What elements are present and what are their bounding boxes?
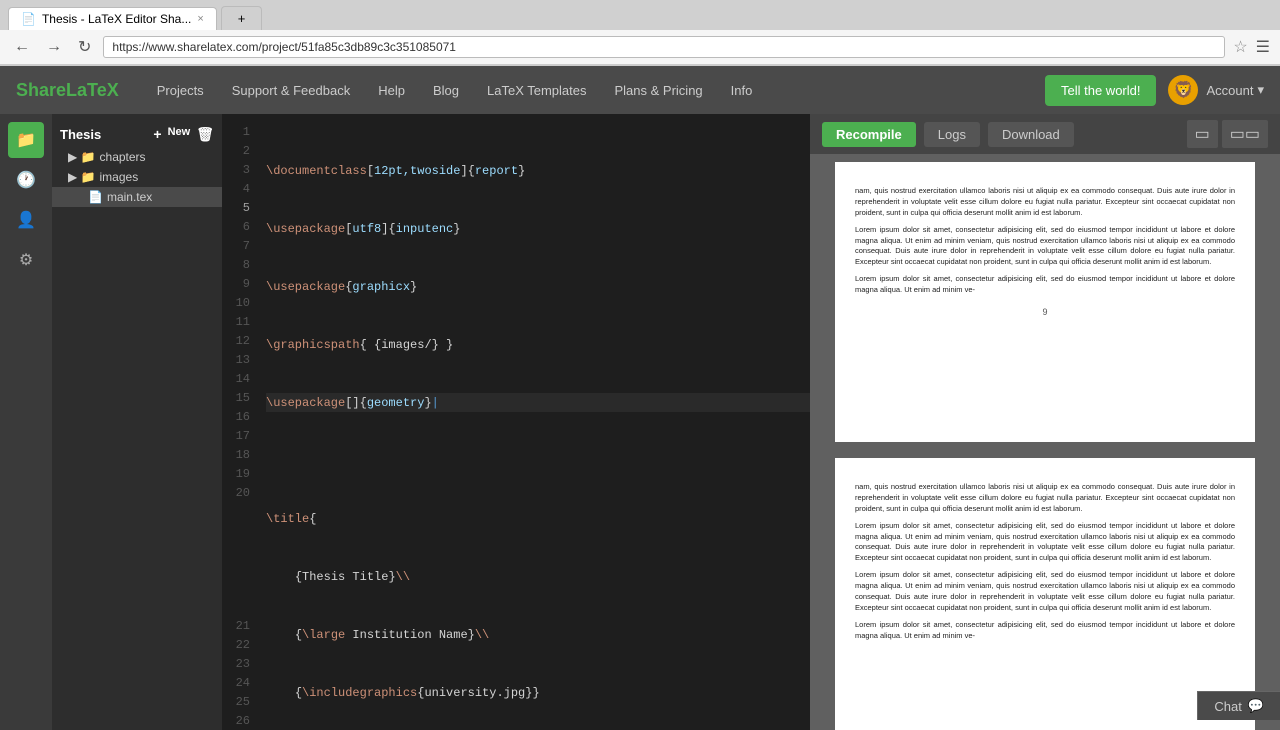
sidebar-share-icon[interactable]: 👤 <box>8 202 44 238</box>
main-layout: 📁 🕐 👤 ⚙ Thesis + New 🗑 ▶ 📁 chapters ▶ 📁 … <box>0 114 1280 730</box>
pdf-toolbar: Recompile Logs Download ▭ ▭▭ <box>810 114 1280 154</box>
back-btn[interactable]: ← <box>10 36 34 58</box>
delete-btn[interactable]: 🗑 <box>196 126 214 143</box>
refresh-btn[interactable]: ↻ <box>74 35 95 59</box>
tab-title: Thesis - LaTeX Editor Sha... <box>42 12 191 26</box>
tab-close-btn[interactable]: × <box>197 13 203 25</box>
view-toggle-btns: ▭ ▭▭ <box>1187 120 1268 148</box>
left-sidebar: 📁 🕐 👤 ⚙ <box>0 114 52 730</box>
menu-btn[interactable]: ☰ <box>1256 37 1270 57</box>
editor-content: 1 2 3 4 5 6 7 8 9 10 11 12 13 14 15 16 1… <box>222 114 810 730</box>
logs-btn[interactable]: Logs <box>924 122 980 147</box>
double-page-btn[interactable]: ▭▭ <box>1222 120 1268 148</box>
new-file-btn[interactable]: + <box>153 126 161 143</box>
address-bar: ← → ↻ ☆ ☰ <box>0 30 1280 65</box>
active-tab[interactable]: 📄 Thesis - LaTeX Editor Sha... × <box>8 7 217 30</box>
pdf-text-block-1: nam, quis nostrud exercitation ullamco l… <box>855 186 1235 296</box>
file-main-tex-label: main.tex <box>107 190 152 204</box>
file-main-tex[interactable]: 📄 main.tex <box>52 187 222 207</box>
pdf-pages[interactable]: nam, quis nostrud exercitation ullamco l… <box>810 154 1280 730</box>
folder-chapters[interactable]: ▶ 📁 chapters <box>52 147 222 167</box>
code-editor[interactable]: 1 2 3 4 5 6 7 8 9 10 11 12 13 14 15 16 1… <box>222 114 810 730</box>
chat-label: Chat <box>1214 699 1241 714</box>
pdf-text-block-2: nam, quis nostrud exercitation ullamco l… <box>855 482 1235 641</box>
project-title: Thesis <box>60 127 101 142</box>
chat-icon: 💬 <box>1248 698 1264 714</box>
tab-bar: 📄 Thesis - LaTeX Editor Sha... × + <box>0 0 1280 30</box>
pdf-page-number-1: 9 <box>855 302 1235 323</box>
nav-projects[interactable]: Projects <box>143 69 218 112</box>
pdf-panel: Recompile Logs Download ▭ ▭▭ nam, quis n… <box>810 114 1280 730</box>
code-content: \documentclass[12pt,twoside]{report} \us… <box>258 114 810 730</box>
nav-support[interactable]: Support & Feedback <box>218 69 365 112</box>
forward-btn[interactable]: → <box>42 36 66 58</box>
new-tab-btn[interactable]: + <box>221 6 263 30</box>
folder-images[interactable]: ▶ 📁 images <box>52 167 222 187</box>
account-chevron-icon: ▾ <box>1257 82 1264 98</box>
nav-pricing[interactable]: Plans & Pricing <box>601 69 717 112</box>
nav-links: Projects Support & Feedback Help Blog La… <box>143 69 767 112</box>
folder-images-label: images <box>100 170 139 184</box>
browser-chrome: 📄 Thesis - LaTeX Editor Sha... × + ← → ↻… <box>0 0 1280 66</box>
recompile-btn[interactable]: Recompile <box>822 122 916 147</box>
tab-favicon: 📄 <box>21 12 36 26</box>
nav-info[interactable]: Info <box>717 69 767 112</box>
app-logo: ShareLaTeX <box>16 80 119 101</box>
sidebar-history-icon[interactable]: 🕐 <box>8 162 44 198</box>
file-tree-actions: + New 🗑 <box>153 126 214 143</box>
tell-world-btn[interactable]: Tell the world! <box>1045 75 1156 106</box>
pdf-page-2: nam, quis nostrud exercitation ullamco l… <box>835 458 1255 730</box>
file-tex-icon: 📄 <box>88 190 103 204</box>
folder-chapters-label: chapters <box>100 150 146 164</box>
nav-templates[interactable]: LaTeX Templates <box>473 69 601 112</box>
pdf-page-1: nam, quis nostrud exercitation ullamco l… <box>835 162 1255 442</box>
account-link[interactable]: Account ▾ <box>1206 82 1264 98</box>
sidebar-settings-icon[interactable]: ⚙ <box>8 242 44 278</box>
app-navbar: ShareLaTeX Projects Support & Feedback H… <box>0 66 1280 114</box>
nav-help[interactable]: Help <box>364 69 419 112</box>
address-input[interactable] <box>103 36 1225 58</box>
file-tree: Thesis + New 🗑 ▶ 📁 chapters ▶ 📁 images 📄… <box>52 114 222 730</box>
user-avatar: 🦁 <box>1168 75 1198 105</box>
bookmark-btn[interactable]: ☆ <box>1233 37 1247 57</box>
sidebar-files-icon[interactable]: 📁 <box>8 122 44 158</box>
single-page-btn[interactable]: ▭ <box>1187 120 1218 148</box>
chat-btn[interactable]: Chat 💬 <box>1197 691 1280 720</box>
folder-images-icon: ▶ 📁 <box>68 170 96 184</box>
line-numbers: 1 2 3 4 5 6 7 8 9 10 11 12 13 14 15 16 1… <box>222 114 258 730</box>
file-tree-header: Thesis + New 🗑 <box>52 122 222 147</box>
download-btn[interactable]: Download <box>988 122 1074 147</box>
nav-blog[interactable]: Blog <box>419 69 473 112</box>
new-file-label[interactable]: New <box>168 126 191 143</box>
folder-chapters-icon: ▶ 📁 <box>68 150 96 164</box>
